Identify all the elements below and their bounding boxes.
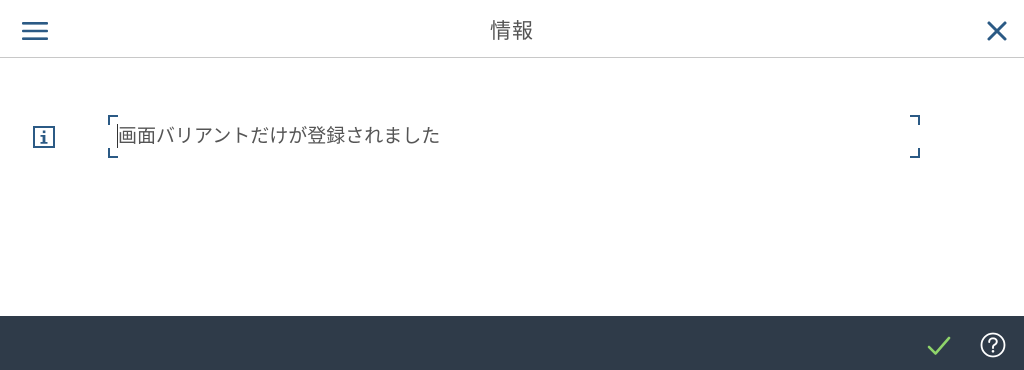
close-icon (986, 20, 1008, 42)
message-text: 画面バリアントだけが登録されました (118, 125, 441, 147)
help-icon (980, 332, 1006, 358)
help-button[interactable] (980, 332, 1006, 358)
focus-corner (910, 148, 920, 158)
close-button[interactable] (986, 20, 1008, 42)
focus-corner (910, 115, 920, 125)
dialog-footer (0, 316, 1024, 370)
focus-corner (108, 148, 118, 158)
checkmark-icon (927, 336, 951, 356)
info-icon (33, 126, 55, 148)
ok-button[interactable] (927, 336, 951, 356)
dialog-title: 情報 (490, 19, 534, 43)
info-dialog: 情報 画面バリアントだけが登録されました (0, 0, 1024, 370)
dialog-header: 情報 (0, 0, 1024, 58)
message-field[interactable]: 画面バリアントだけが登録されました (108, 115, 920, 158)
